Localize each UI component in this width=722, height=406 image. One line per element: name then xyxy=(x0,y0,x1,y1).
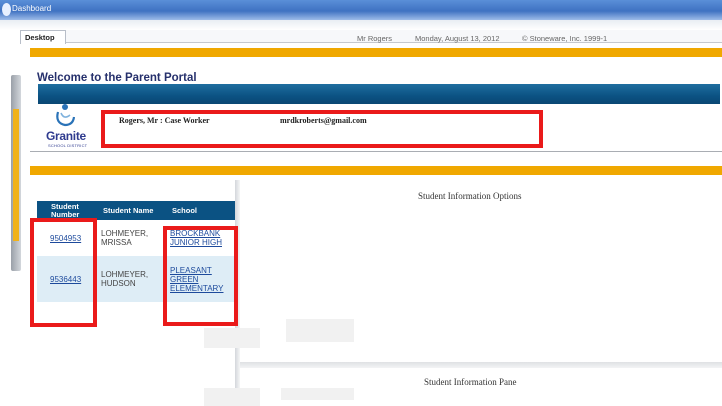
logged-in-user: Mr Rogers xyxy=(357,34,393,43)
portal-header-bar xyxy=(38,84,720,104)
redacted-block xyxy=(204,328,260,348)
info-bar xyxy=(66,30,722,43)
column-header-name[interactable]: Student Name xyxy=(97,201,166,220)
student-name-cell: LOHMEYER, HUDSON xyxy=(97,256,166,302)
window-title: Dashboard xyxy=(12,4,52,13)
logo-text: Granite xyxy=(46,129,86,143)
info-pane-title: Student Information Pane xyxy=(424,377,517,387)
title-bar-shadow xyxy=(0,20,722,30)
tab-desktop[interactable]: Desktop xyxy=(20,30,66,44)
highlight-box-schools xyxy=(163,226,238,326)
district-logo: Granite SCHOOL DISTRICT xyxy=(46,103,98,148)
options-pane-title: Student Information Options xyxy=(418,191,522,201)
column-header-school[interactable]: School xyxy=(166,201,235,220)
accent-bar-middle xyxy=(30,166,722,175)
highlight-box-user-info xyxy=(101,110,543,148)
handle-stripe xyxy=(13,109,19,241)
copyright-text: © Stoneware, Inc. 1999-1 xyxy=(522,34,608,43)
redacted-block xyxy=(286,319,354,342)
redacted-block xyxy=(204,388,260,406)
logo-subtext: SCHOOL DISTRICT xyxy=(48,143,88,148)
logo-swirl-icon xyxy=(56,104,75,127)
app-icon xyxy=(2,3,11,16)
sidebar-collapse-handle[interactable] xyxy=(11,75,21,271)
redacted-block xyxy=(281,388,354,400)
current-date: Monday, August 13, 2012 xyxy=(415,34,500,43)
student-name-cell: LOHMEYER, MRISSA xyxy=(97,220,166,256)
page-title: Welcome to the Parent Portal xyxy=(37,72,197,84)
window-title-bar: Dashboard xyxy=(0,0,722,20)
accent-bar-top xyxy=(30,48,722,57)
highlight-box-student-numbers xyxy=(30,218,97,327)
pane-separator[interactable] xyxy=(240,362,722,368)
